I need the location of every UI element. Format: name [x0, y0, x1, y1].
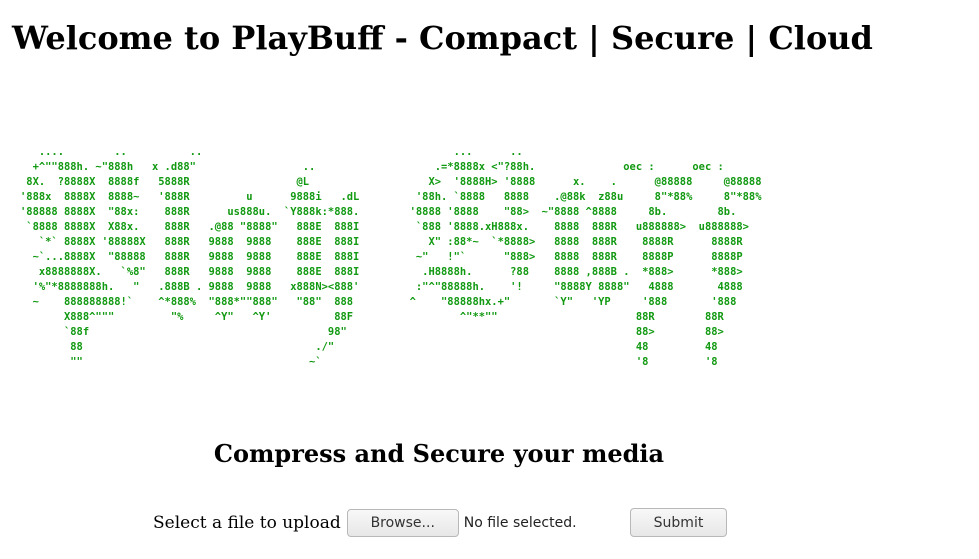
- upload-label: Select a file to upload: [153, 513, 341, 533]
- file-status-text: No file selected.: [463, 515, 577, 531]
- page-title: Welcome to PlayBuff - Compact | Secure |…: [12, 19, 873, 57]
- file-upload-row: Select a file to upload Browse... No fil…: [153, 508, 577, 538]
- submit-button[interactable]: Submit: [630, 508, 727, 537]
- playbuff-ascii-logo: .... .. .. ... .. +^""888h. ~"888h x .d8…: [20, 146, 762, 368]
- browse-button[interactable]: Browse...: [346, 509, 459, 537]
- section-subtitle: Compress and Secure your media: [213, 439, 665, 468]
